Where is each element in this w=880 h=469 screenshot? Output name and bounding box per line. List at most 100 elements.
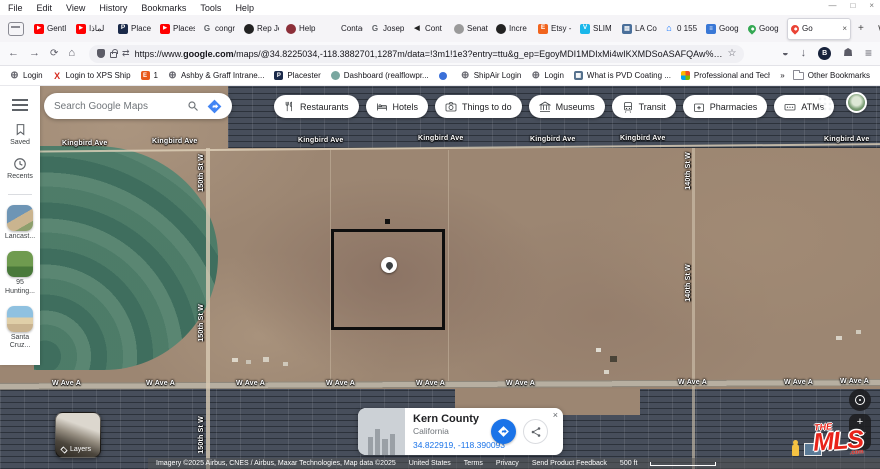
bookmark-item[interactable]: Professional and Tech... <box>681 71 779 80</box>
satellite-map[interactable]: Kingbird Ave Kingbird Ave Kingbird Ave K… <box>0 86 880 469</box>
bookmarks-overflow-icon[interactable]: » <box>780 71 784 80</box>
bookmark-item[interactable] <box>439 72 451 80</box>
menu-view[interactable]: View <box>66 3 85 13</box>
reload-icon[interactable] <box>50 48 58 59</box>
browser-tab[interactable]: Josep <box>367 18 408 40</box>
place-info-card[interactable]: Kern County California 34.822919, -118.3… <box>358 408 563 455</box>
firefox-view-icon[interactable] <box>8 22 24 36</box>
bookmark-item[interactable]: Login <box>10 71 43 80</box>
menu-tools[interactable]: Tools <box>200 3 221 13</box>
search-box[interactable]: Search Google Maps <box>44 93 232 119</box>
chip-hotels[interactable]: Hotels <box>366 95 429 118</box>
saved-place-thumbnail[interactable] <box>7 306 33 332</box>
directions-icon[interactable] <box>207 99 222 114</box>
bookmark-item[interactable]: Placester <box>274 71 320 80</box>
browser-tab[interactable]: Help <box>283 18 324 40</box>
browser-tab[interactable]: Rep Jo <box>241 18 282 40</box>
search-icon[interactable] <box>187 100 199 112</box>
browser-tab[interactable]: لماذا <box>73 18 114 40</box>
forward-icon[interactable] <box>29 48 40 59</box>
pegman-icon[interactable] <box>792 444 799 456</box>
road-label: 150th St W <box>198 416 205 454</box>
privacy-link[interactable]: Privacy <box>496 460 519 467</box>
new-tab-button[interactable]: + <box>852 23 870 34</box>
permissions-icon[interactable] <box>122 49 130 58</box>
bookmark-item[interactable]: Login <box>531 71 564 80</box>
browser-tab[interactable]: congr <box>199 18 240 40</box>
saved-place-thumbnail[interactable] <box>7 205 33 231</box>
saved-place-label[interactable]: Santa Cruz... <box>1 334 39 351</box>
location-marker[interactable] <box>381 257 397 273</box>
menu-bookmarks[interactable]: Bookmarks <box>141 3 186 13</box>
feedback-link[interactable]: Send Product Feedback <box>532 460 607 467</box>
active-tab-google-maps[interactable]: Go× <box>787 18 851 40</box>
road-150th-st <box>206 148 210 469</box>
tab-label: SLIM <box>593 24 615 33</box>
bookmark-item[interactable]: 1 <box>141 71 158 80</box>
downloads-icon[interactable] <box>801 48 807 59</box>
account-avatar[interactable] <box>846 92 867 113</box>
back-icon[interactable] <box>8 48 19 59</box>
browser-tab[interactable]: Gentl <box>31 18 72 40</box>
bookmark-star-icon[interactable] <box>727 49 736 59</box>
shield-icon[interactable] <box>97 49 105 58</box>
home-icon[interactable] <box>68 48 75 59</box>
menu-edit[interactable]: Edit <box>37 3 53 13</box>
search-input[interactable]: Search Google Maps <box>54 101 179 112</box>
chip-pharmacies[interactable]: Pharmacies <box>683 95 768 118</box>
chip-transit[interactable]: Transit <box>612 95 676 118</box>
browser-tab[interactable]: Cont <box>409 18 450 40</box>
pocket-icon[interactable] <box>782 48 789 59</box>
maximize-button[interactable]: □ <box>850 1 855 10</box>
recents-clock-icon[interactable] <box>13 157 27 171</box>
sidebar-saved-label[interactable]: Saved <box>1 139 39 147</box>
browser-tab[interactable]: Incre <box>493 18 534 40</box>
chip-restaurants[interactable]: Restaurants <box>274 95 359 118</box>
saved-bookmark-icon[interactable] <box>14 122 27 137</box>
bookmark-item[interactable]: ShipAir Login <box>461 71 522 80</box>
browser-tab[interactable]: Contact | <box>325 18 366 40</box>
list-all-tabs-icon[interactable]: ∨ <box>871 23 880 34</box>
bookmark-item[interactable]: Ashby & Graff Intrane... <box>168 71 264 80</box>
menu-help[interactable]: Help <box>235 3 254 13</box>
google-apps-grid-icon[interactable] <box>818 97 832 111</box>
saved-place-thumbnail[interactable] <box>7 251 33 277</box>
app-menu-icon[interactable] <box>865 47 872 60</box>
mls-logo: THE MLS .com <box>812 421 864 458</box>
bookmark-item[interactable]: Login to XPS Ship <box>53 71 131 80</box>
menu-file[interactable]: File <box>8 3 23 13</box>
lock-icon[interactable] <box>110 52 117 58</box>
saved-place-label[interactable]: 95 Hunting... <box>1 279 39 296</box>
browser-tab[interactable]: 0 155 <box>661 18 702 40</box>
place-coordinates[interactable]: 34.822919, -118.390093 <box>413 440 505 450</box>
browser-tab[interactable]: Place <box>115 18 156 40</box>
bookmark-item[interactable]: What is PVD Coating ... <box>574 71 671 80</box>
minimize-button[interactable]: — <box>828 1 836 10</box>
chip-museums[interactable]: Museums <box>529 95 605 118</box>
browser-tab[interactable]: Goog <box>745 18 786 40</box>
account-icon[interactable] <box>843 48 853 59</box>
terms-link[interactable]: Terms <box>464 460 483 467</box>
browser-tab[interactable]: Senat <box>451 18 492 40</box>
browser-tab[interactable]: SLIM <box>577 18 618 40</box>
sidebar-recents-label[interactable]: Recents <box>1 173 39 181</box>
close-window-button[interactable]: × <box>869 1 874 10</box>
browser-tab[interactable]: LA Co <box>619 18 660 40</box>
url-field[interactable]: https://www.google.com/maps/@34.8225034,… <box>89 45 744 63</box>
browser-tab[interactable]: Etsy - <box>535 18 576 40</box>
bookmark-item[interactable]: Dashboard (realflowpr... <box>331 71 429 80</box>
directions-button[interactable] <box>491 419 516 444</box>
saved-place-label[interactable]: Lancast... <box>1 233 39 241</box>
close-tab-icon[interactable]: × <box>842 24 847 33</box>
maps-menu-icon[interactable] <box>12 99 28 111</box>
close-card-icon[interactable]: × <box>553 410 558 420</box>
bitwarden-extension-icon[interactable]: B <box>818 47 831 60</box>
share-button[interactable] <box>523 419 548 444</box>
other-bookmarks[interactable]: Other Bookmarks <box>793 71 870 80</box>
my-location-button[interactable] <box>849 389 871 411</box>
browser-tab[interactable]: Goog <box>703 18 744 40</box>
chip-things-to-do[interactable]: Things to do <box>435 95 522 118</box>
menu-history[interactable]: History <box>99 3 127 13</box>
browser-tab[interactable]: Places <box>157 18 198 40</box>
layers-button[interactable]: Layers <box>55 412 101 458</box>
